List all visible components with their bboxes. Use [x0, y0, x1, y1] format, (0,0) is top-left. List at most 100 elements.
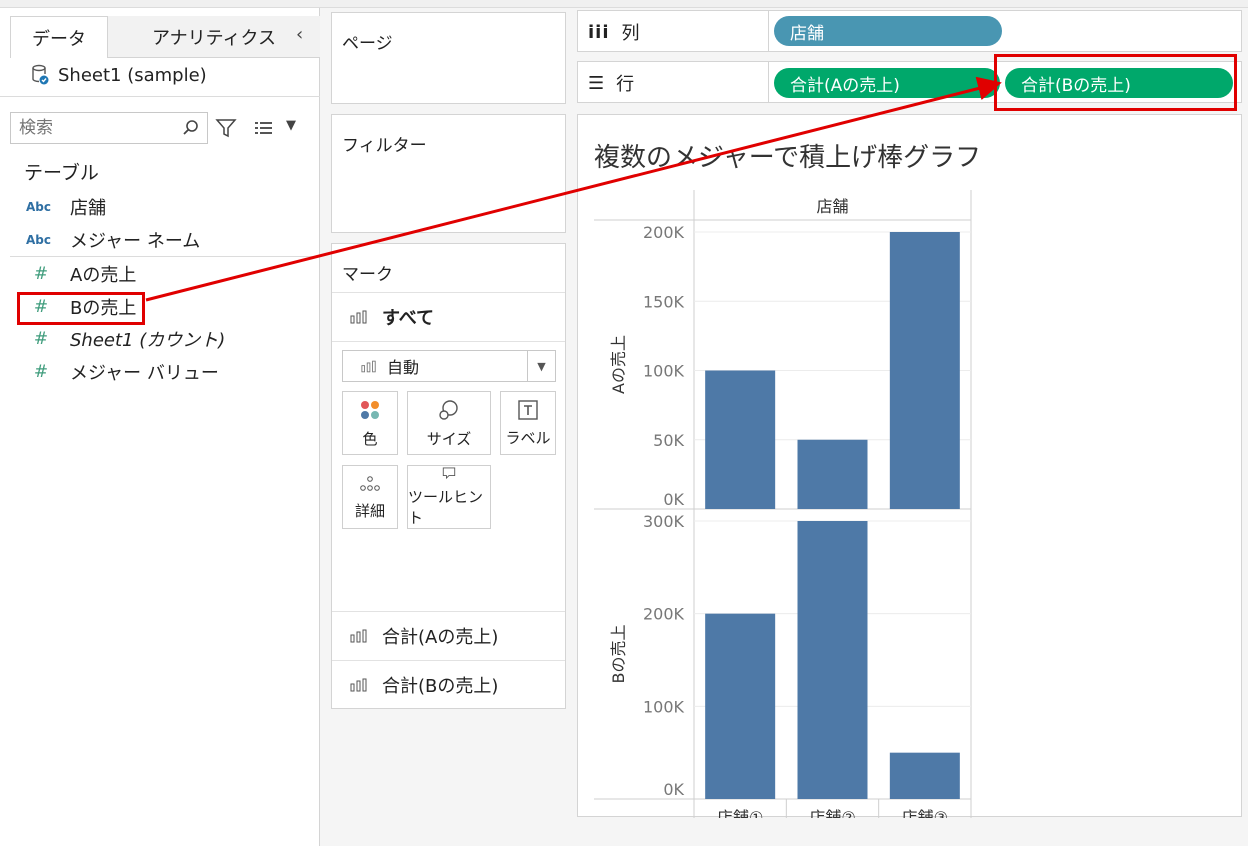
- field-measure-count[interactable]: # Sheet1 (カウント): [26, 324, 225, 354]
- bar-mark-icon: [350, 678, 367, 692]
- number-type-icon: #: [33, 329, 49, 349]
- color-label: 色: [362, 429, 378, 448]
- y-tick-label: 0K: [663, 490, 684, 509]
- field-measure-a-sales[interactable]: # Aの売上: [26, 259, 136, 289]
- number-type-icon: #: [33, 264, 49, 284]
- tab-analytics[interactable]: アナリティクス: [108, 16, 320, 58]
- mark-type-select[interactable]: 自動 ▼: [342, 350, 556, 382]
- detail-label: 詳細: [354, 501, 385, 520]
- x-tick-label: 店舗②: [809, 808, 855, 818]
- field-dimension-store[interactable]: Abc 店舗: [26, 192, 106, 222]
- highlight-box-field: [17, 292, 145, 325]
- y-tick-label: 300K: [643, 512, 685, 531]
- pages-card[interactable]: ページ: [331, 12, 566, 104]
- color-button[interactable]: 色: [342, 391, 398, 455]
- chevron-down-icon[interactable]: ▼: [527, 351, 555, 381]
- columns-label-text: 列: [621, 23, 640, 44]
- field-label: Sheet1: [70, 330, 134, 351]
- rows-shelf-label: ☰ 行: [588, 70, 634, 96]
- string-type-icon: Abc: [26, 233, 51, 247]
- y-tick-label: 100K: [643, 697, 685, 716]
- collapse-pane-icon[interactable]: ‹: [296, 24, 303, 45]
- rows-label-text: 行: [616, 74, 635, 95]
- size-button[interactable]: サイズ: [407, 391, 491, 455]
- divider: [768, 62, 769, 102]
- label-icon: [518, 399, 538, 420]
- marks-all-tab[interactable]: すべて: [332, 292, 565, 342]
- bar: [705, 613, 776, 799]
- size-icon: [439, 399, 458, 420]
- bar: [797, 439, 868, 509]
- bar: [797, 521, 868, 799]
- bar-mark-icon: [350, 629, 367, 643]
- filter-icon[interactable]: [214, 116, 238, 140]
- y-tick-label: 50K: [653, 431, 684, 450]
- label-button[interactable]: ラベル: [500, 391, 556, 455]
- list-view-icon[interactable]: [254, 120, 276, 136]
- columns-shelf-label: iii 列: [588, 19, 640, 45]
- field-dimension-measure-names[interactable]: Abc メジャー ネーム: [26, 225, 200, 255]
- filters-card-title: フィルター: [342, 136, 427, 156]
- y-tick-label: 150K: [643, 292, 685, 311]
- bar: [889, 232, 960, 509]
- field-label: Aの売上: [70, 265, 137, 286]
- top-strip: [0, 0, 1248, 8]
- search-icon[interactable]: [181, 118, 201, 138]
- y-axis-label: Bの売上: [609, 625, 628, 684]
- string-type-icon: Abc: [26, 200, 51, 214]
- pill-sum-a-sales[interactable]: 合計(Aの売上): [774, 68, 1000, 98]
- detail-icon: [360, 475, 380, 491]
- tooltip-button[interactable]: ツールヒント: [407, 465, 491, 529]
- columns-icon: iii: [588, 21, 610, 43]
- x-tick-label: 店舗③: [902, 808, 948, 818]
- marks-card: マーク すべて 自動 ▼ 色 サイズ ラベル 詳細 ツールヒント 合計(Aの売上…: [331, 243, 566, 709]
- highlight-box-pill: [994, 54, 1237, 111]
- divider: [768, 11, 769, 51]
- column-header: 店舗: [816, 197, 848, 216]
- field-label: メジャー ネーム: [70, 231, 201, 252]
- marks-measure-b-tab[interactable]: 合計(Bの売上): [332, 660, 565, 709]
- bar-mark-icon: [350, 310, 367, 324]
- tab-data[interactable]: データ: [10, 16, 108, 58]
- y-tick-label: 200K: [643, 223, 685, 242]
- number-type-icon: #: [33, 362, 49, 382]
- y-tick-label: 100K: [643, 362, 685, 381]
- bar: [705, 370, 776, 509]
- field-label-suffix: (カウント): [133, 330, 226, 351]
- divider: [10, 256, 316, 257]
- tooltip-icon: [442, 467, 456, 480]
- tables-heading: テーブル: [24, 162, 99, 184]
- viz-sheet: 複数のメジャーで積上げ棒グラフ 店舗 0K 50K 100K 150K 200K Aの売上 0…: [577, 114, 1242, 818]
- label-label: ラベル: [505, 428, 551, 447]
- columns-shelf[interactable]: iii 列 店舗: [577, 10, 1242, 52]
- tooltip-label: ツールヒント: [408, 488, 484, 527]
- search-box[interactable]: [10, 112, 208, 144]
- datasource-name: Sheet1 (sample): [58, 64, 207, 86]
- size-label: サイズ: [426, 429, 472, 448]
- y-tick-label: 0K: [663, 780, 684, 799]
- color-icon: [361, 400, 379, 419]
- field-measure-values[interactable]: # メジャー バリュー: [26, 357, 219, 387]
- marks-all-label: すべて: [382, 308, 435, 329]
- marks-measure-label: 合計(Aの売上): [382, 627, 499, 648]
- filters-card[interactable]: フィルター: [331, 114, 566, 233]
- y-tick-label: 200K: [643, 605, 685, 624]
- pill-store[interactable]: 店舗: [774, 16, 1002, 46]
- field-label: メジャー バリュー: [70, 363, 219, 384]
- marks-card-title: マーク: [342, 265, 393, 285]
- bar: [889, 752, 960, 799]
- marks-measure-a-tab[interactable]: 合計(Aの売上): [332, 611, 565, 660]
- datasource-item[interactable]: Sheet1 (sample): [30, 64, 207, 86]
- divider: [0, 96, 320, 97]
- rows-icon: ☰: [588, 72, 605, 94]
- field-label: 店舗: [70, 198, 106, 219]
- bar-chart: 店舗 0K 50K 100K 150K 200K Aの売上 0K 100K 200K 300K Bの売…: [594, 190, 972, 818]
- mark-type-value: 自動: [387, 358, 420, 377]
- view-dropdown-icon[interactable]: ▼: [286, 118, 296, 133]
- marks-measure-label: 合計(Bの売上): [382, 676, 499, 697]
- database-icon: [32, 64, 49, 85]
- y-axis-label: Aの売上: [609, 335, 628, 394]
- x-tick-label: 店舗①: [717, 808, 763, 818]
- search-input[interactable]: [19, 118, 179, 138]
- detail-button[interactable]: 詳細: [342, 465, 398, 529]
